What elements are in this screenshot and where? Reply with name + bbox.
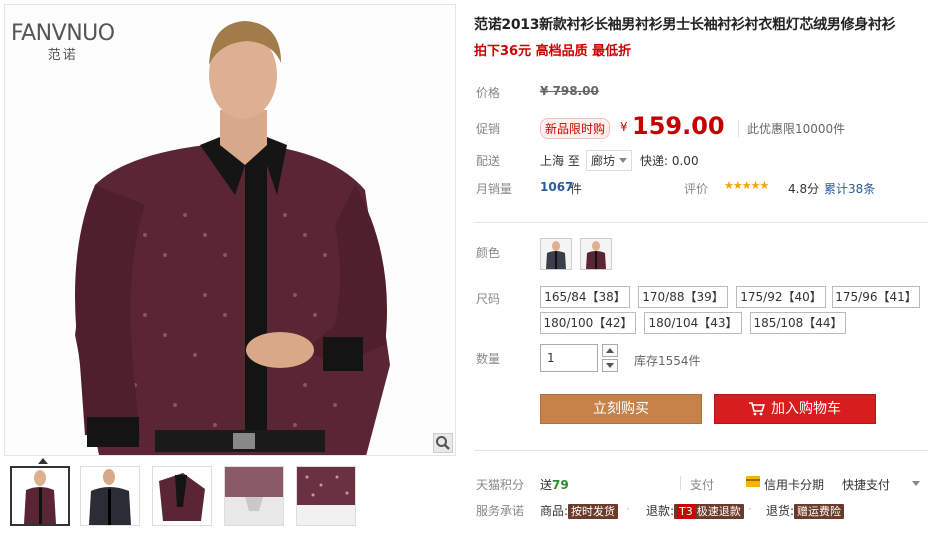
promo-label: 促销 [476, 122, 501, 136]
thumbnail-4[interactable] [224, 466, 284, 526]
add-to-cart-label: 加入购物车 [771, 401, 841, 417]
promo-price: 159.00 [632, 112, 725, 140]
service-label: 服务承诺 [476, 504, 525, 518]
monthly-sales-value[interactable]: 1067 [540, 180, 573, 194]
quick-pay-dropdown[interactable]: 快捷支付 [842, 476, 890, 493]
size-option-4[interactable]: 175/96【41】 [832, 286, 920, 308]
service-shipping-prefix: 商品: [540, 504, 569, 518]
service-return-prefix: 退货: [766, 504, 795, 518]
product-subtitle: 拍下36元 高档品质 最低折 [474, 44, 632, 59]
product-info-panel: 范诺2013新款衬衫长袖男衬衫男士长袖衬衫衬衣粗灯芯绒男修身衬衫 拍下36元 高… [474, 0, 928, 542]
points-label: 天猫积分 [476, 478, 525, 492]
separator-dot: · [626, 502, 630, 516]
thumbnail-model-dark [81, 467, 139, 525]
chevron-down-icon [619, 158, 628, 163]
color-swatch-1[interactable] [540, 238, 572, 270]
color-swatch-2[interactable] [580, 238, 612, 270]
quantity-label: 数量 [476, 352, 501, 366]
rating-score: 4.8分 [788, 182, 820, 196]
credit-installment-link[interactable]: 信用卡分期 [764, 476, 824, 493]
separator-dot: · [748, 502, 752, 516]
express-fee: 快递: 0.00 [640, 154, 699, 168]
price-label: 价格 [476, 86, 501, 100]
size-label: 尺码 [476, 292, 501, 306]
buy-now-button[interactable]: 立刻购买 [540, 394, 702, 424]
quantity-decrease-button[interactable] [602, 359, 618, 372]
thumbnail-1[interactable] [10, 466, 70, 526]
brand-logo-subtext: 范诺 [47, 48, 78, 63]
separator [680, 476, 681, 490]
size-option-7[interactable]: 185/108【44】 [750, 312, 846, 334]
service-return-tag: 赠运费险 [794, 504, 845, 519]
model-photo [5, 5, 455, 455]
size-option-6[interactable]: 180/104【43】 [644, 312, 742, 334]
stock-count: 库存1554件 [634, 354, 701, 368]
service-shipping[interactable]: 商品: 按时发货 [540, 502, 619, 519]
service-refund[interactable]: 退款: T3 极速退款 [646, 502, 744, 519]
buy-now-label: 立刻购买 [593, 401, 649, 417]
promo-limit-note: 此优惠限10000件 [738, 120, 845, 137]
points-value: 送79 [540, 476, 569, 493]
divider [474, 450, 928, 451]
review-count-link[interactable]: 累计38条 [824, 180, 875, 197]
thumbnail-fabric-detail [297, 467, 355, 525]
points-prefix: 送 [540, 478, 553, 492]
main-product-image[interactable]: FANVNUO 范诺 [4, 4, 456, 456]
color-swatch-image-2 [581, 239, 611, 269]
chevron-down-icon[interactable] [912, 481, 920, 486]
original-price: ¥ 798.00 [540, 84, 599, 98]
brand-logo: FANVNUO 范诺 [11, 21, 115, 63]
divider [474, 222, 928, 223]
rating-label: 评价 [684, 182, 709, 196]
points-number: 79 [552, 478, 569, 492]
color-label: 颜色 [476, 246, 501, 260]
t3-badge: T3 [677, 504, 695, 519]
ship-to-value: 廊坊 [591, 154, 616, 168]
thumbnail-collar-detail [225, 467, 283, 525]
service-shipping-tag: 按时发货 [568, 504, 619, 519]
size-option-3[interactable]: 175/92【40】 [736, 286, 826, 308]
price-box: 价格 ¥ 798.00 促销 新品限时购 ¥ 159.00 此优惠限10000件… [474, 68, 928, 198]
brand-logo-text: FANVNUO [11, 21, 115, 46]
payment-label: 支付 [690, 478, 715, 492]
rating-stars-icon: ★★★★★ [724, 179, 769, 192]
product-gallery: FANVNUO 范诺 [4, 4, 456, 540]
thumbnail-model-front [12, 468, 68, 524]
shipping-label: 配送 [476, 154, 501, 168]
quantity-increase-button[interactable] [602, 344, 618, 357]
promo-currency: ¥ [620, 120, 628, 134]
thumbnail-2[interactable] [80, 466, 140, 526]
thumbnail-5[interactable] [296, 466, 356, 526]
monthly-sales-label: 月销量 [476, 182, 513, 196]
magnifier-icon [436, 436, 450, 450]
monthly-sales-unit: 件 [570, 182, 583, 196]
thumbnail-folded-shirt [153, 467, 211, 525]
cart-icon [749, 402, 765, 416]
zoom-button[interactable] [433, 433, 453, 453]
service-refund-prefix: 退款: [646, 504, 675, 518]
size-option-1[interactable]: 165/84【38】 [540, 286, 630, 308]
thumbnail-active-indicator [38, 458, 48, 464]
product-title: 范诺2013新款衬衫长袖男衬衫男士长袖衬衫衬衣粗灯芯绒男修身衬衫 [474, 17, 896, 33]
service-refund-tag-text: 极速退款 [696, 505, 741, 518]
credit-card-icon [746, 476, 760, 487]
size-option-2[interactable]: 170/88【39】 [638, 286, 728, 308]
add-to-cart-button[interactable]: 加入购物车 [714, 394, 876, 424]
service-return[interactable]: 退货: 赠运费险 [766, 502, 845, 519]
promo-badge: 新品限时购 [540, 118, 611, 139]
service-refund-tag: T3 极速退款 [674, 504, 744, 519]
ship-from: 上海 至 [540, 154, 580, 168]
color-swatch-image-1 [541, 239, 571, 269]
ship-to-select[interactable]: 廊坊 [586, 150, 633, 171]
size-option-5[interactable]: 180/100【42】 [540, 312, 636, 334]
quantity-input[interactable]: 1 [540, 344, 598, 372]
thumbnail-3[interactable] [152, 466, 212, 526]
